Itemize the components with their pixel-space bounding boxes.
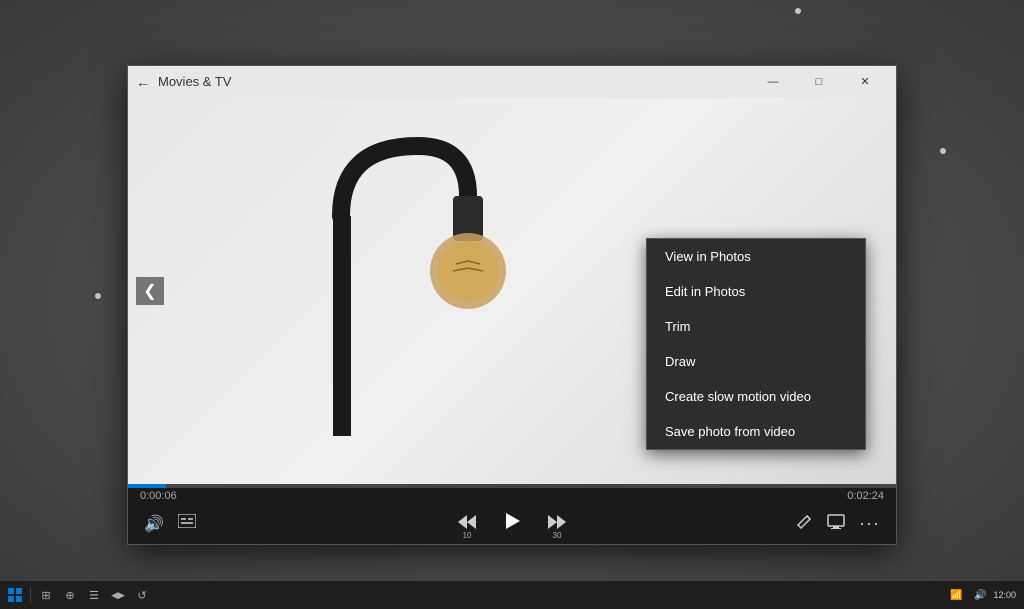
taskbar-volume-icon[interactable]: 🔊 (969, 584, 991, 606)
maximize-button[interactable]: □ (796, 66, 842, 98)
nav-arrow-left[interactable]: ❮ (136, 277, 164, 305)
skip-forward-button[interactable]: 30 (542, 511, 572, 536)
taskbar-separator (30, 587, 31, 603)
video-area: ❮ View in Photos Edit in Photos Trim Dra… (128, 98, 896, 484)
decorative-dot (95, 293, 101, 299)
taskbar-network-icon[interactable]: 📶 (945, 584, 967, 606)
cast-icon (827, 513, 845, 529)
more-dots-icon: ··· (859, 513, 880, 533)
left-controls: 🔊 (140, 512, 200, 536)
skip-back-label: 10 (463, 531, 472, 540)
back-button[interactable]: ← (136, 74, 150, 90)
controls-bar: 0:00:06 0:02:24 🔊 (128, 484, 896, 544)
time-current: 0:00:06 (140, 490, 177, 502)
context-menu-item-draw[interactable]: Draw (647, 344, 865, 379)
context-menu: View in Photos Edit in Photos Trim Draw … (646, 238, 866, 450)
more-button[interactable]: ··· (855, 511, 884, 536)
title-bar: ← Movies & TV — □ ✕ (128, 66, 896, 98)
start-button[interactable] (4, 584, 26, 606)
play-button[interactable] (498, 509, 526, 538)
volume-icon: 🔊 (144, 516, 164, 533)
taskbar-icon-2[interactable]: ⊕ (59, 584, 81, 606)
right-controls: ··· (791, 510, 884, 537)
taskbar-clock: 12:00 (993, 590, 1016, 600)
edit-button[interactable] (791, 510, 817, 537)
context-menu-item-create-slow-motion[interactable]: Create slow motion video (647, 379, 865, 414)
time-row: 0:00:06 0:02:24 (128, 488, 896, 504)
taskbar-icon-5[interactable]: ↺ (131, 584, 153, 606)
skip-back-button[interactable]: 10 10 (452, 511, 482, 536)
taskbar-right: 📶 🔊 12:00 (945, 584, 1020, 606)
volume-button[interactable]: 🔊 (140, 512, 168, 536)
skip-back-icon: 10 (456, 513, 478, 531)
left-arrow-icon: ❮ (143, 281, 156, 301)
progress-fill (128, 484, 166, 488)
taskbar-icon-3[interactable]: ☰ (83, 584, 105, 606)
edit-icon (795, 512, 813, 530)
context-menu-item-save-photo[interactable]: Save photo from video (647, 414, 865, 449)
context-menu-item-edit-in-photos[interactable]: Edit in Photos (647, 274, 865, 309)
caption-icon (178, 514, 196, 528)
playback-controls: 🔊 10 10 (128, 504, 896, 544)
cast-button[interactable] (823, 511, 849, 536)
caption-button[interactable] (174, 512, 200, 535)
close-button[interactable]: ✕ (842, 66, 888, 98)
taskbar-icon-1[interactable]: ⊞ (35, 584, 57, 606)
lamp-illustration (178, 98, 578, 484)
taskbar-icon-4[interactable]: ◀▶ (107, 584, 129, 606)
window-controls: — □ ✕ (750, 66, 888, 98)
skip-forward-label: 30 (553, 531, 562, 540)
decorative-dot (940, 148, 946, 154)
windows-icon (8, 588, 22, 602)
window-title: Movies & TV (158, 74, 750, 89)
minimize-button[interactable]: — (750, 66, 796, 98)
progress-bar[interactable] (128, 484, 896, 488)
skip-forward-icon (546, 513, 568, 531)
context-menu-item-view-in-photos[interactable]: View in Photos (647, 239, 865, 274)
decorative-dot (795, 8, 801, 14)
context-menu-item-trim[interactable]: Trim (647, 309, 865, 344)
play-icon (502, 511, 522, 531)
time-total: 0:02:24 (847, 490, 884, 502)
taskbar: ⊞ ⊕ ☰ ◀▶ ↺ 📶 🔊 12:00 (0, 581, 1024, 609)
movies-tv-window: ← Movies & TV — □ ✕ ❮ (127, 65, 897, 545)
